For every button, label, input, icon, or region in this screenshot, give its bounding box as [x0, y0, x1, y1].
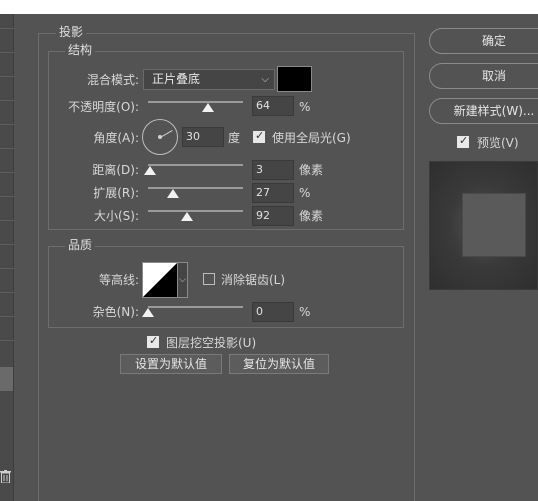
angle-center: [158, 135, 162, 139]
spread-input[interactable]: 27: [252, 183, 294, 203]
distance-unit: 像素: [299, 163, 324, 177]
opacity-unit: %: [299, 100, 311, 114]
section-title: 投影: [56, 25, 87, 39]
spread-slider-thumb[interactable]: [167, 189, 179, 198]
styles-list[interactable]: [0, 14, 14, 501]
blend-mode-select[interactable]: 正片叠底 ⌵: [143, 69, 275, 90]
structure-title: 结构: [65, 43, 96, 57]
blend-mode-value: 正片叠底: [152, 72, 201, 86]
list-divider: [0, 28, 14, 29]
list-divider: [0, 100, 14, 101]
noise-slider-thumb[interactable]: [142, 308, 154, 317]
noise-unit: %: [299, 305, 311, 319]
knockout-label: 图层挖空投影(U): [166, 336, 257, 350]
style-preview-thumbnail: [429, 161, 538, 290]
list-divider: [0, 244, 14, 245]
list-divider: [0, 268, 14, 269]
make-default-button[interactable]: 设置为默认值: [120, 354, 222, 374]
list-divider: [0, 76, 14, 77]
angle-label: 角度(A):: [93, 131, 139, 145]
preview-label: 预览(V): [477, 136, 519, 150]
list-divider: [0, 52, 14, 53]
noise-label: 杂色(N):: [92, 305, 139, 319]
contour-label: 等高线:: [98, 273, 139, 287]
size-slider-thumb[interactable]: [181, 212, 193, 221]
noise-input[interactable]: 0: [252, 302, 294, 322]
list-divider: [0, 316, 14, 317]
opacity-label: 不透明度(O):: [68, 100, 139, 114]
contour-curve-icon: [143, 263, 177, 297]
list-divider: [0, 172, 14, 173]
title-bar: [0, 0, 538, 14]
global-light-checkbox[interactable]: [253, 129, 265, 143]
opacity-slider-track[interactable]: [148, 101, 243, 103]
spread-label: 扩展(R):: [93, 186, 139, 200]
blend-mode-label: 混合模式:: [86, 73, 139, 87]
size-label: 大小(S):: [93, 209, 139, 223]
distance-label: 距离(D):: [92, 163, 139, 177]
spread-unit: %: [299, 186, 311, 200]
global-light-label: 使用全局光(G): [272, 131, 351, 145]
angle-input[interactable]: 30: [182, 127, 224, 147]
preview-checkbox[interactable]: [457, 134, 469, 148]
preview-square: [462, 193, 526, 257]
ok-button[interactable]: 确定: [429, 28, 538, 54]
list-divider: [0, 340, 14, 341]
size-slider-track[interactable]: [148, 210, 243, 212]
list-divider: [0, 220, 14, 221]
distance-input[interactable]: 3: [252, 160, 294, 180]
contour-picker[interactable]: [142, 262, 178, 298]
shadow-color-swatch[interactable]: [277, 66, 312, 92]
spread-slider-track[interactable]: [148, 187, 243, 189]
chevron-down-icon: ⌵: [261, 74, 269, 85]
anti-alias-label: 消除锯齿(L): [221, 273, 286, 287]
list-divider: [0, 148, 14, 149]
distance-slider-thumb[interactable]: [144, 166, 156, 175]
knockout-checkbox[interactable]: [147, 334, 159, 348]
trash-icon-glyph: [0, 470, 11, 484]
new-style-button[interactable]: 新建样式(W)...: [429, 98, 538, 124]
contour-dropdown[interactable]: ⌵: [177, 262, 188, 298]
opacity-input[interactable]: 64: [252, 96, 294, 116]
size-input[interactable]: 92: [252, 206, 294, 226]
distance-slider-track[interactable]: [148, 164, 243, 166]
list-divider: [0, 124, 14, 125]
size-unit: 像素: [299, 209, 324, 223]
anti-alias-checkbox[interactable]: [203, 273, 215, 285]
trash-icon[interactable]: [0, 470, 12, 484]
opacity-slider-thumb[interactable]: [202, 103, 214, 112]
reset-default-button[interactable]: 复位为默认值: [229, 354, 329, 374]
quality-title: 品质: [65, 238, 96, 252]
list-item-selected[interactable]: [0, 367, 13, 391]
list-divider: [0, 292, 14, 293]
noise-slider-track[interactable]: [148, 306, 243, 308]
list-divider: [0, 196, 14, 197]
cancel-button[interactable]: 取消: [429, 63, 538, 89]
angle-unit: 度: [228, 131, 241, 145]
angle-dial[interactable]: [142, 119, 178, 155]
